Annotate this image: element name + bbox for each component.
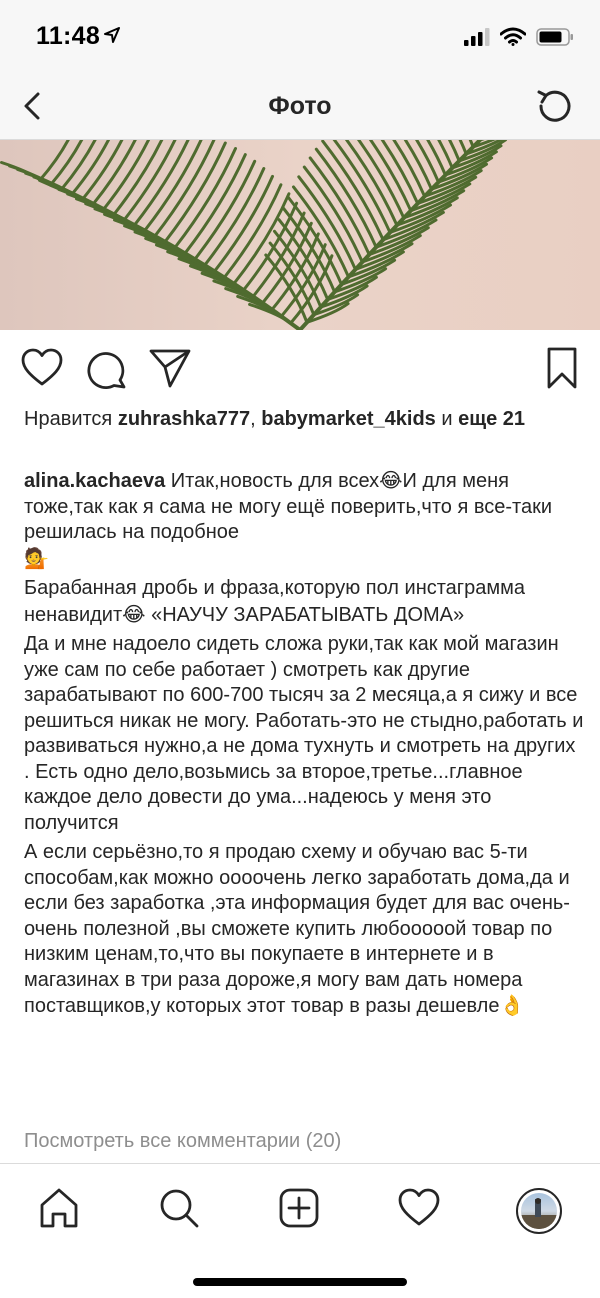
liked-by-user-link[interactable]: zuhrashka777	[118, 408, 250, 430]
tears-of-joy-emoji: 😂	[379, 468, 403, 492]
post-action-bar	[0, 342, 600, 394]
likes-more-link[interactable]: еще 21	[458, 408, 525, 430]
battery-icon	[536, 27, 573, 46]
caption-paragraph: А если серьёзно,то я продаю схему и обуч…	[24, 840, 584, 1020]
tipping-hand-emoji: 💁	[24, 545, 49, 570]
caption-text: А если серьёзно,то я продаю схему и обуч…	[24, 841, 570, 1017]
likes-summary: Нравится zuhrashka777, babymarket_4kids …	[24, 406, 580, 432]
caption-paragraph: Да и мне надоело сидеть сложа руки,так к…	[24, 633, 584, 834]
page-title: Фото	[268, 92, 332, 120]
liked-by-user-link[interactable]: babymarket_4kids	[261, 408, 436, 430]
post-image[interactable]	[0, 140, 600, 330]
caption-paragraph: alina.kachaeva Итак,новость для всех😂И д…	[24, 468, 584, 572]
search-icon[interactable]	[157, 1186, 201, 1230]
heart-icon[interactable]	[397, 1186, 441, 1230]
wifi-icon	[500, 27, 526, 46]
likes-and: и	[441, 408, 453, 430]
status-bar: 11:48	[0, 0, 600, 72]
likes-separator: ,	[250, 408, 256, 430]
post-caption: alina.kachaeva Итак,новость для всех😂И д…	[24, 468, 584, 1020]
avatar-image	[521, 1193, 557, 1229]
likes-prefix: Нравится	[24, 408, 113, 430]
view-all-comments-link[interactable]: Посмотреть все комментарии (20)	[24, 1130, 341, 1153]
nav-bar: Фото	[0, 72, 600, 140]
tears-of-joy-emoji: 😂	[122, 601, 146, 626]
avatar-photo	[521, 1198, 557, 1229]
home-icon[interactable]	[37, 1186, 81, 1230]
bookmark-icon[interactable]	[540, 346, 584, 390]
add-post-icon[interactable]	[277, 1186, 321, 1230]
status-icons	[464, 27, 574, 46]
bottom-tab-bar	[0, 1163, 600, 1298]
location-arrow-icon	[104, 27, 120, 43]
status-time: 11:48	[36, 22, 101, 50]
caption-text: «НАУЧУ ЗАРАБАТЫВАТЬ ДОМА»	[145, 603, 465, 626]
caption-paragraph: Барабанная дробь и фраза,которую пол инс…	[24, 576, 584, 628]
refresh-icon[interactable]	[532, 84, 576, 128]
comment-icon[interactable]	[84, 346, 128, 390]
profile-avatar[interactable]	[516, 1188, 562, 1234]
cellular-signal-icon	[464, 27, 490, 46]
send-icon[interactable]	[148, 346, 192, 390]
home-indicator	[193, 1278, 407, 1286]
palm-leaf-photo	[0, 140, 600, 330]
caption-text: Итак,новость для всех	[170, 470, 380, 492]
heart-icon[interactable]	[20, 346, 64, 390]
ok-hand-emoji: 👌	[499, 993, 525, 1017]
caption-username-link[interactable]: alina.kachaeva	[24, 470, 165, 492]
